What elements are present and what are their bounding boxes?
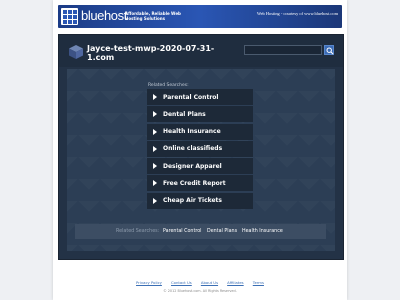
footer-link-terms[interactable]: Terms (253, 280, 264, 285)
arrow-right-icon (153, 111, 157, 118)
footer-link-about-us[interactable]: About Us (201, 280, 218, 285)
courtesy-text: Web Hosting - courtesy of www.bluehost.c… (256, 11, 338, 16)
related-links-list: Parental Control Dental Plans Health Ins… (147, 89, 253, 210)
related-link-parental-control[interactable]: Parental Control (147, 89, 253, 105)
arrow-right-icon (153, 94, 157, 100)
footer-link-affiliates[interactable]: Affiliates (227, 280, 244, 285)
search-input[interactable] (244, 45, 322, 55)
arrow-right-icon (153, 145, 157, 152)
arrow-right-icon (153, 128, 157, 135)
related-link-free-credit-report[interactable]: Free Credit Report (147, 175, 253, 192)
link-label: Online classifieds (163, 145, 223, 153)
link-label: Dental Plans (163, 110, 206, 118)
arrow-right-icon (153, 180, 157, 187)
header-bar: Jayce-test-mwp-2020-07-31-1.com (59, 35, 343, 67)
arrow-right-icon (153, 163, 157, 170)
bluehost-logo-icon (61, 8, 78, 25)
footer-link-contact-us[interactable]: Contact Us (171, 280, 192, 285)
search-button[interactable] (324, 45, 334, 55)
link-label: Designer Apparel (163, 162, 222, 170)
cube-icon (69, 45, 83, 59)
copyright-text: © 2012 Bluehost.com. All Rights Reserved… (163, 289, 237, 293)
link-label: Free Credit Report (163, 179, 226, 187)
bottom-link-parental-control[interactable]: Parental Control (163, 229, 202, 234)
brand-name: bluehost (81, 8, 127, 23)
bluehost-banner[interactable]: bluehost Affordable, Reliable Web Hostin… (58, 5, 342, 28)
arrow-right-icon (153, 197, 157, 204)
related-link-dental-plans[interactable]: Dental Plans (147, 106, 253, 123)
footer-link-privacy-policy[interactable]: Privacy Policy (136, 280, 162, 285)
bottom-link-health-insurance[interactable]: Health Insurance (242, 229, 283, 234)
search-icon (326, 47, 334, 55)
link-label: Cheap Air Tickets (163, 197, 222, 205)
related-link-designer-apparel[interactable]: Designer Apparel (147, 158, 253, 175)
related-link-cheap-air-tickets[interactable]: Cheap Air Tickets (147, 192, 253, 209)
footer: Privacy Policy Contact Us About Us Affil… (58, 269, 342, 293)
bottom-related-label: Related Searches: (116, 229, 160, 234)
domain-title: Jayce-test-mwp-2020-07-31-1.com (87, 44, 215, 62)
footer-links: Privacy Policy Contact Us About Us Affil… (58, 269, 342, 288)
related-link-online-classifieds[interactable]: Online classifieds (147, 140, 253, 157)
related-searches-label: Related Searches: (148, 83, 189, 88)
related-link-health-insurance[interactable]: Health Insurance (147, 123, 253, 140)
brand-tagline: Affordable, Reliable Web Hosting Solutio… (125, 11, 181, 21)
bottom-link-dental-plans[interactable]: Dental Plans (207, 229, 237, 234)
link-label: Parental Control (163, 93, 219, 101)
bottom-related-bar: Related Searches: Parental Control Denta… (75, 224, 326, 239)
link-label: Health Insurance (163, 128, 221, 136)
